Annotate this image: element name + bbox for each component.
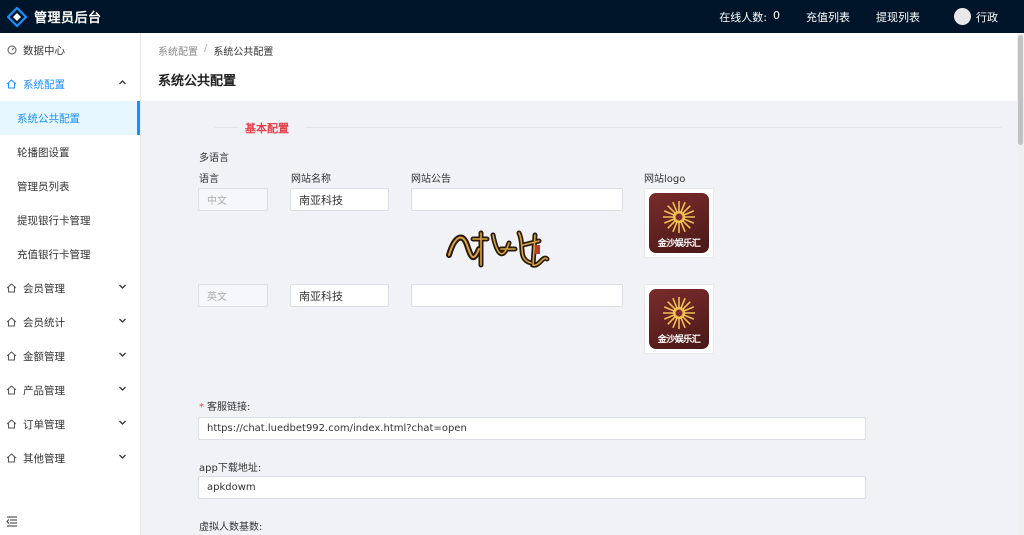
page-header: 系统配置 / 系统公共配置 系统公共配置 xyxy=(141,33,1017,101)
app-title: 管理员后台 xyxy=(34,11,102,26)
notice-input-en[interactable] xyxy=(411,284,623,307)
sidebar-subitem-admin-list[interactable]: 管理员列表 xyxy=(0,169,140,203)
column-site-name-label: 网站名称 xyxy=(291,174,331,185)
sidebar-subitem-carousel[interactable]: 轮播图设置 xyxy=(0,135,140,169)
breadcrumb-parent[interactable]: 系统配置 xyxy=(158,43,198,58)
column-language-label: 语言 xyxy=(199,174,219,185)
sidebar-item-label: 会员管理 xyxy=(23,282,65,295)
sidebar-item-label: 金额管理 xyxy=(23,350,65,363)
logo-upload-en[interactable]: 金沙娱乐汇 xyxy=(644,284,714,354)
column-logo-label: 网站logo xyxy=(644,174,686,185)
site-logo-image: 金沙娱乐汇 xyxy=(649,289,709,349)
page-title: 系统公共配置 xyxy=(158,74,237,89)
withdraw-list-link[interactable]: 提现列表 xyxy=(876,9,920,25)
column-notice-label: 网站公告 xyxy=(411,174,451,185)
sidebar-item-member-stats[interactable]: 会员统计 xyxy=(0,305,140,339)
customer-service-label: * 客服链接: xyxy=(199,398,250,413)
sidebar-item-other-management[interactable]: 其他管理 xyxy=(0,441,140,475)
menu-collapse-icon[interactable] xyxy=(6,515,18,527)
app-download-label: app下载地址: xyxy=(199,463,262,474)
sidebar-item-product-management[interactable]: 产品管理 xyxy=(0,373,140,407)
multi-language-label: 多语言 xyxy=(199,153,229,164)
language-field-en: 英文 xyxy=(198,284,268,307)
app-logo-icon xyxy=(7,6,27,27)
page-scrollbar[interactable] xyxy=(1017,33,1024,535)
sidebar: 数据中心 系统配置 系统公共配置 轮播图设置 管理员列表 提现银行卡管理 充值银… xyxy=(0,33,141,535)
dashboard-icon xyxy=(6,45,17,56)
online-label: 在线人数: xyxy=(719,10,767,24)
config-form: 基本配置 多语言 语言 网站名称 网站公告 网站logo 中文 南亚科技 金沙娱… xyxy=(157,101,1017,535)
divider xyxy=(305,127,1001,128)
sidebar-subitem-withdraw-cards[interactable]: 提现银行卡管理 xyxy=(0,203,140,237)
home-icon xyxy=(6,283,17,294)
chevron-down-icon xyxy=(119,284,126,289)
sun-burst-icon xyxy=(663,201,695,233)
logo-text: 金沙娱乐汇 xyxy=(657,335,701,345)
sidebar-item-member-management[interactable]: 会员管理 xyxy=(0,271,140,305)
chevron-down-icon xyxy=(119,386,126,391)
notice-input-zh[interactable] xyxy=(411,188,623,211)
breadcrumb: 系统配置 / 系统公共配置 xyxy=(158,43,1000,58)
brand-calligraphy-image xyxy=(446,230,550,268)
sidebar-item-system-config[interactable]: 系统配置 xyxy=(0,67,140,101)
recharge-list-link[interactable]: 充值列表 xyxy=(806,9,850,25)
brand[interactable]: 管理员后台 xyxy=(0,6,150,27)
avatar xyxy=(954,8,971,25)
sun-burst-icon xyxy=(663,297,695,329)
top-bar: 管理员后台 在线人数: 0 充值列表 提现列表 行政 xyxy=(0,0,1024,33)
home-icon xyxy=(6,453,17,464)
online-count-value: 0 xyxy=(773,8,780,22)
virtual-count-label: 虚拟人数基数: xyxy=(199,522,263,533)
logo-text: 金沙娱乐汇 xyxy=(657,239,701,249)
home-icon xyxy=(6,419,17,430)
sidebar-item-label: 数据中心 xyxy=(23,44,65,57)
site-logo-image: 金沙娱乐汇 xyxy=(649,193,709,253)
chevron-up-icon xyxy=(119,80,126,85)
sidebar-item-label: 系统配置 xyxy=(23,78,65,91)
section-title: 基本配置 xyxy=(245,122,289,135)
required-mark: * xyxy=(199,402,204,413)
sidebar-item-order-management[interactable]: 订单管理 xyxy=(0,407,140,441)
divider xyxy=(215,127,239,128)
sidebar-item-label: 会员统计 xyxy=(23,316,65,329)
chevron-down-icon xyxy=(119,420,126,425)
chevron-down-icon xyxy=(119,352,126,357)
home-icon xyxy=(6,317,17,328)
user-menu[interactable]: 行政 xyxy=(954,8,998,25)
breadcrumb-separator: / xyxy=(204,43,208,54)
breadcrumb-current: 系统公共配置 xyxy=(213,47,274,58)
settings-icon xyxy=(6,79,17,90)
user-name: 行政 xyxy=(976,10,998,24)
scrollbar-thumb[interactable] xyxy=(1018,35,1023,145)
customer-service-input[interactable]: https://chat.luedbet992.com/index.html?c… xyxy=(198,417,866,440)
home-icon xyxy=(6,351,17,362)
language-field-zh: 中文 xyxy=(198,188,268,211)
sidebar-item-data-center[interactable]: 数据中心 xyxy=(0,33,140,67)
sidebar-item-label: 其他管理 xyxy=(23,452,65,465)
chevron-down-icon xyxy=(119,454,126,459)
sidebar-item-label: 产品管理 xyxy=(23,384,65,397)
main-content: 基本配置 多语言 语言 网站名称 网站公告 网站logo 中文 南亚科技 金沙娱… xyxy=(141,101,1017,535)
sidebar-subitem-recharge-cards[interactable]: 充值银行卡管理 xyxy=(0,237,140,271)
online-count: 在线人数: 0 xyxy=(719,9,780,25)
site-name-input-zh[interactable]: 南亚科技 xyxy=(290,188,389,211)
sidebar-item-label: 订单管理 xyxy=(23,418,65,431)
home-icon xyxy=(6,385,17,396)
app-download-input[interactable]: apkdowm xyxy=(198,476,866,499)
customer-service-label-text: 客服链接: xyxy=(207,402,251,413)
logo-upload-zh[interactable]: 金沙娱乐汇 xyxy=(644,188,714,258)
chevron-down-icon xyxy=(119,318,126,323)
sidebar-item-amount-management[interactable]: 金额管理 xyxy=(0,339,140,373)
sidebar-subitem-public-config[interactable]: 系统公共配置 xyxy=(0,101,140,135)
site-name-input-en[interactable]: 南亚科技 xyxy=(290,284,389,307)
